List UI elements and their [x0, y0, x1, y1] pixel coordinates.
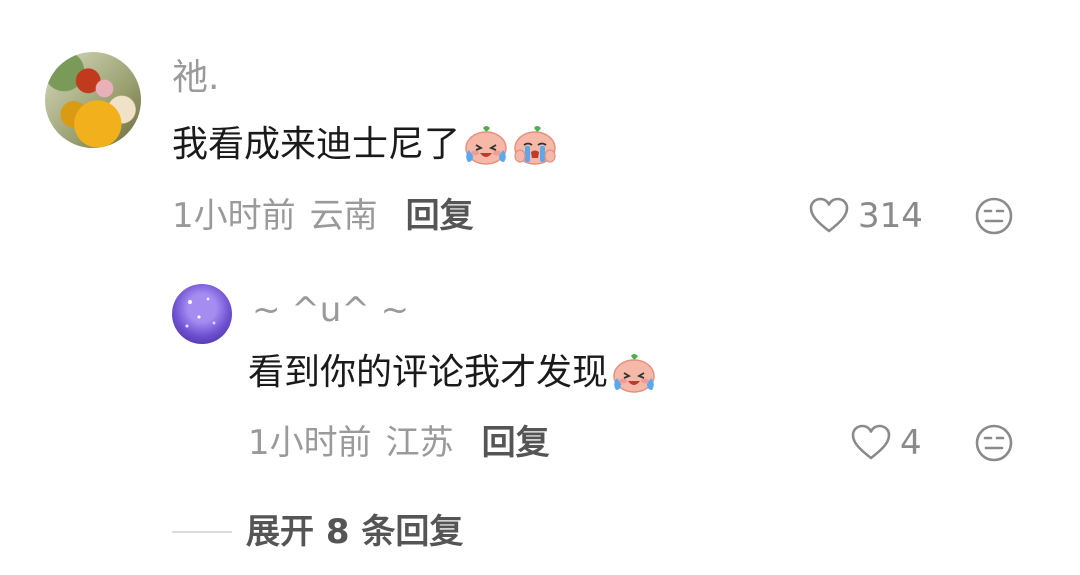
comment-body[interactable]: 我看成来迪士尼了 [172, 122, 558, 168]
reply-body[interactable]: 看到你的评论我才发现 [248, 350, 657, 396]
like-button[interactable]: 314 [808, 196, 923, 236]
like-count: 4 [900, 423, 922, 463]
reply-username[interactable]: ~ ^u^ ~ [252, 290, 409, 330]
reply-meta: 1小时前 江苏 回复 [248, 423, 550, 463]
reply-text: 看到你的评论我才发现 [248, 352, 609, 393]
divider-line [172, 531, 232, 533]
reply-button[interactable]: 回复 [406, 196, 474, 236]
cry-peach-icon [512, 124, 558, 166]
heart-icon [851, 424, 891, 460]
avatar[interactable] [172, 284, 232, 344]
comment-thread: 祂. 我看成来迪士尼了 1小时前 云南 回复 314 ~ ^u^ ~ 看到你的评… [0, 0, 1080, 575]
like-count: 314 [858, 196, 923, 236]
dislike-button[interactable] [974, 196, 1014, 236]
reply-location: 江苏 [385, 423, 454, 463]
expand-replies-button[interactable]: 展开 8 条回复 [172, 512, 463, 552]
laugh-cry-peach-icon [463, 124, 509, 166]
comment-text: 我看成来迪士尼了 [172, 124, 461, 165]
heart-icon [809, 197, 849, 233]
dislike-button[interactable] [974, 423, 1014, 463]
comment-location: 云南 [309, 196, 378, 236]
unamused-face-icon [975, 197, 1013, 235]
reply-button[interactable]: 回复 [482, 423, 550, 463]
unamused-face-icon [975, 424, 1013, 462]
reply-time: 1小时前 [248, 423, 372, 463]
comment-username[interactable]: 祂. [172, 58, 219, 98]
avatar[interactable] [45, 52, 141, 148]
expand-replies-label: 展开 8 条回复 [246, 512, 464, 552]
comment-meta: 1小时前 云南 回复 [172, 196, 474, 236]
like-button[interactable]: 4 [850, 423, 922, 463]
comment-time: 1小时前 [172, 196, 296, 236]
laugh-cry-peach-icon [611, 352, 657, 394]
